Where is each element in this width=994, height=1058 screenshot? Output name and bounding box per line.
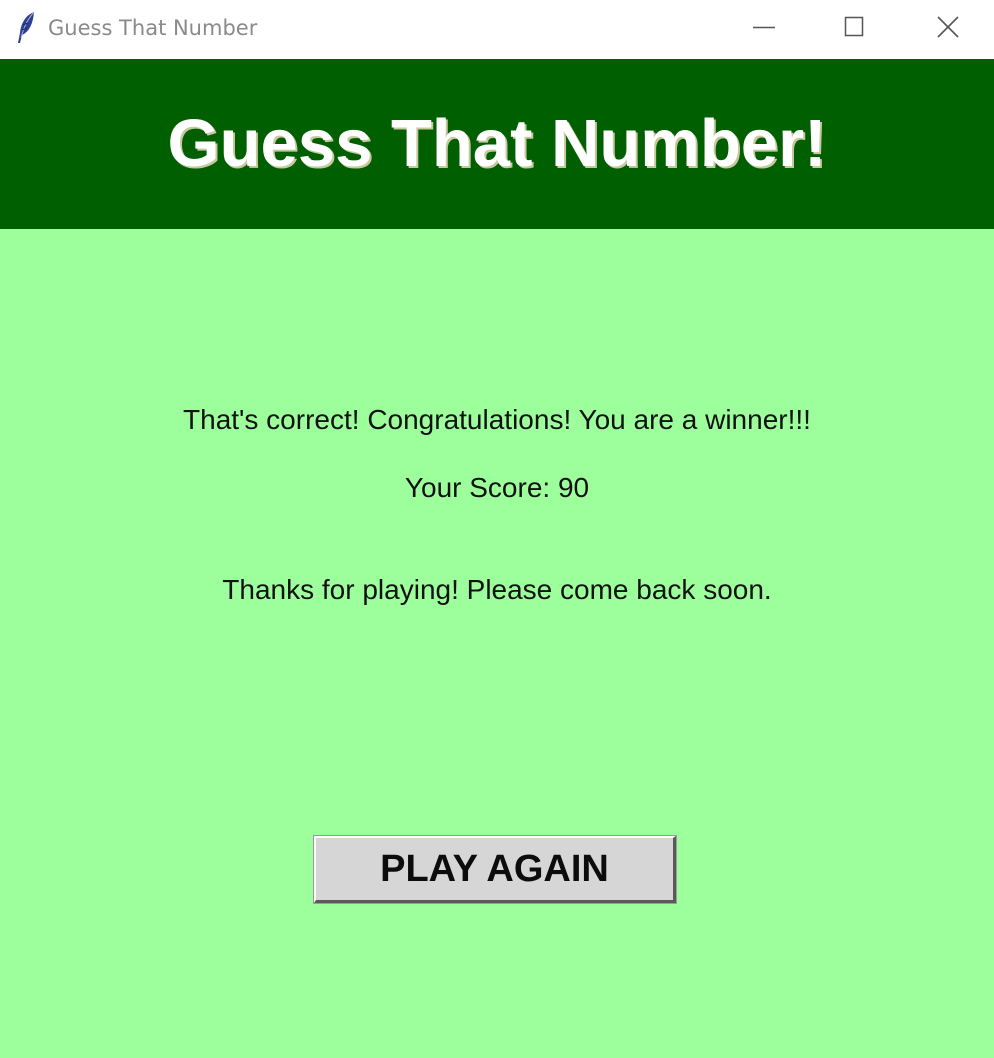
minimize-icon	[753, 26, 775, 29]
thanks-message: Thanks for playing! Please come back soo…	[222, 574, 772, 605]
page-title: Guess That Number!	[167, 106, 827, 181]
result-panel: That's correct! Congratulations! You are…	[0, 229, 994, 1058]
header-banner: Guess That Number!	[0, 59, 994, 229]
maximize-icon	[844, 16, 864, 37]
maximize-button[interactable]	[824, 0, 884, 56]
winner-message: That's correct! Congratulations! You are…	[183, 404, 811, 435]
play-again-button[interactable]: PLAY AGAIN	[313, 835, 677, 904]
window-title: Guess That Number	[48, 16, 258, 40]
close-icon	[937, 16, 959, 38]
score-label: Your Score: 90	[404, 472, 590, 503]
feather-icon	[14, 11, 40, 45]
close-button[interactable]	[918, 0, 978, 56]
title-bar[interactable]: Guess That Number	[0, 0, 994, 59]
minimize-button[interactable]	[734, 0, 794, 56]
app-window: Guess That Number Guess That Number! Tha…	[0, 0, 994, 1058]
